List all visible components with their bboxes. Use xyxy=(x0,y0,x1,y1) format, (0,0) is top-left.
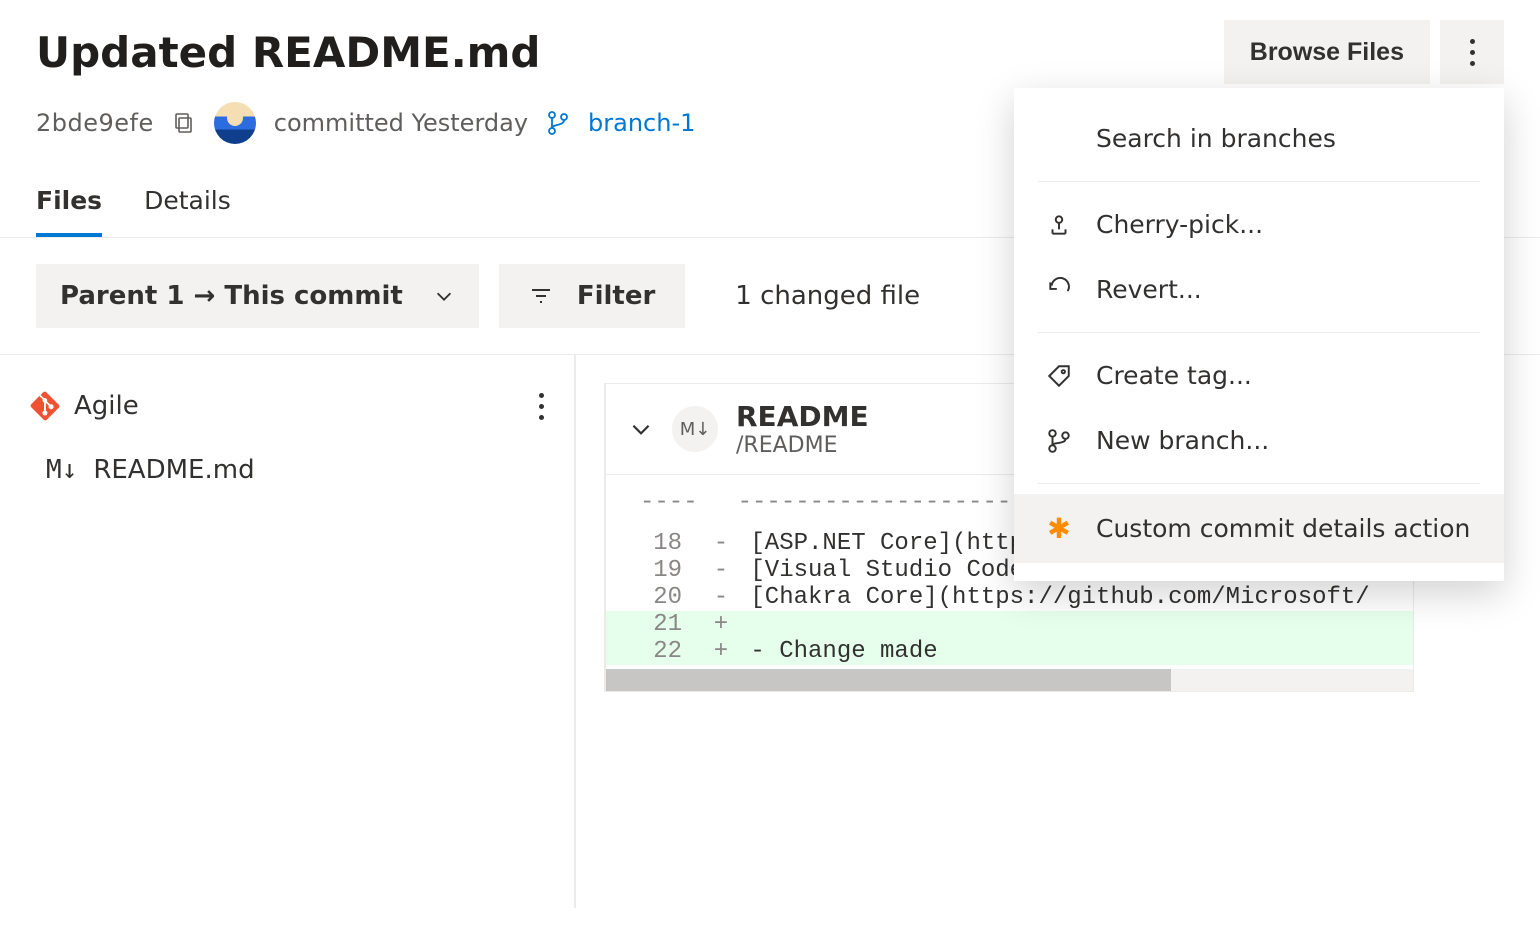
markdown-icon: M↓ xyxy=(672,406,718,452)
menu-custom-action[interactable]: ✱ Custom commit details action xyxy=(1014,494,1504,563)
menu-label: Create tag... xyxy=(1096,361,1252,390)
diff-marker: - xyxy=(706,530,736,557)
commit-hash: 2bde9efe xyxy=(36,109,154,137)
chevron-down-icon[interactable] xyxy=(628,416,654,442)
menu-label: New branch... xyxy=(1096,426,1269,455)
more-vertical-icon xyxy=(1470,39,1475,66)
menu-label: Search in branches xyxy=(1096,124,1336,153)
browse-files-button[interactable]: Browse Files xyxy=(1224,20,1430,84)
diff-line: 21+ xyxy=(606,611,1413,638)
filter-icon xyxy=(529,284,553,308)
page-title: Updated README.md xyxy=(36,28,541,77)
branch-icon xyxy=(546,110,570,136)
tag-icon xyxy=(1044,363,1074,389)
diff-marker: - xyxy=(706,584,736,611)
diff-marker: + xyxy=(706,611,736,638)
menu-divider xyxy=(1038,483,1480,484)
tab-details[interactable]: Details xyxy=(144,186,231,237)
menu-divider xyxy=(1038,332,1480,333)
repo-icon xyxy=(30,391,60,421)
branch-icon xyxy=(1044,428,1074,454)
tree-more-button[interactable] xyxy=(539,393,544,420)
filter-label: Filter xyxy=(577,281,655,311)
more-actions-button[interactable] xyxy=(1440,20,1504,84)
menu-create-tag[interactable]: Create tag... xyxy=(1014,343,1504,408)
more-vertical-icon xyxy=(539,393,544,420)
menu-cherry-pick[interactable]: Cherry-pick... xyxy=(1014,192,1504,257)
tab-files[interactable]: Files xyxy=(36,186,102,237)
line-number: 19 xyxy=(606,557,706,584)
commit-actions-menu: Search in branches Cherry-pick... Revert… xyxy=(1014,88,1504,581)
filter-button[interactable]: Filter xyxy=(499,264,685,328)
line-number: 18 xyxy=(606,530,706,557)
code-text xyxy=(736,611,1413,638)
code-text: [Chakra Core](https://github.com/Microso… xyxy=(736,584,1413,611)
menu-label: Revert... xyxy=(1096,275,1202,304)
diff-marker: - xyxy=(706,557,736,584)
committed-text: committed Yesterday xyxy=(274,109,528,137)
diff-file-path: /README xyxy=(736,433,869,458)
menu-revert[interactable]: Revert... xyxy=(1014,257,1504,322)
branch-link[interactable]: branch-1 xyxy=(588,109,695,137)
dropdown-label: Parent 1 → This commit xyxy=(60,281,403,311)
menu-label: Custom commit details action xyxy=(1096,514,1470,543)
star-icon: ✱ xyxy=(1044,512,1074,545)
cherry-pick-icon xyxy=(1044,212,1074,238)
code-text: - Change made xyxy=(736,638,1413,665)
avatar xyxy=(214,102,256,144)
markdown-icon: M↓ xyxy=(46,455,77,485)
changed-files-text: 1 changed file xyxy=(735,281,920,311)
line-number: 21 xyxy=(606,611,706,638)
chevron-down-icon xyxy=(433,285,455,307)
horizontal-scrollbar[interactable] xyxy=(606,669,1413,691)
menu-search-branches[interactable]: Search in branches xyxy=(1014,106,1504,171)
diff-file-title: README xyxy=(736,400,869,433)
file-name: README.md xyxy=(93,455,254,485)
diff-line: 20- [Chakra Core](https://github.com/Mic… xyxy=(606,584,1413,611)
copy-icon[interactable] xyxy=(172,111,196,135)
revert-icon xyxy=(1044,277,1074,303)
menu-new-branch[interactable]: New branch... xyxy=(1014,408,1504,473)
diff-line: 22+ - Change made xyxy=(606,638,1413,665)
tree-file-item[interactable]: M↓ README.md xyxy=(46,455,564,485)
menu-label: Cherry-pick... xyxy=(1096,210,1263,239)
parent-commit-dropdown[interactable]: Parent 1 → This commit xyxy=(36,264,479,328)
line-number: 20 xyxy=(606,584,706,611)
menu-divider xyxy=(1038,181,1480,182)
repo-name: Agile xyxy=(74,391,139,421)
diff-marker: + xyxy=(706,638,736,665)
line-number: 22 xyxy=(606,638,706,665)
